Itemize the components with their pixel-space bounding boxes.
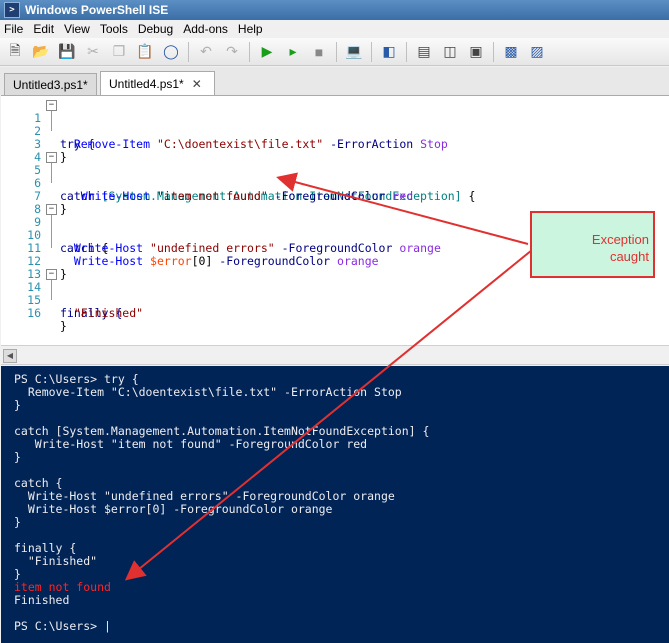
- code-line: 6 Write-Host "item not found" -Foregroun…: [1, 164, 413, 203]
- console-line: Finished: [14, 593, 70, 607]
- code-line: 14 − finally {: [1, 268, 122, 320]
- run-selection-icon[interactable]: ▸: [282, 41, 304, 63]
- console-line: }: [14, 450, 21, 464]
- remote-icon[interactable]: 💻: [343, 41, 365, 63]
- code-line: 8: [1, 190, 41, 216]
- cut-icon[interactable]: ✂: [82, 41, 104, 63]
- open-icon[interactable]: 📂: [30, 41, 52, 63]
- code-line: 3 }: [1, 125, 67, 164]
- code-line: 11 Write-Host $error[0] -ForegroundColor…: [1, 229, 378, 268]
- collapse-icon[interactable]: −: [46, 204, 57, 215]
- code-line: 2 Remove-Item "C:\doentexist\file.txt" -…: [1, 112, 448, 151]
- fold-guide: [51, 215, 52, 248]
- code-text: "Finished": [60, 306, 144, 320]
- powershell-app-icon: >: [4, 2, 20, 18]
- collapse-icon[interactable]: −: [46, 100, 57, 111]
- code-line: 1 − try {: [1, 99, 95, 151]
- scroll-left-icon[interactable]: ◀: [3, 349, 17, 363]
- code-text: }: [60, 267, 67, 281]
- code-line: 12 }: [1, 242, 67, 281]
- console-line: }: [14, 398, 21, 412]
- menu-view[interactable]: View: [60, 22, 96, 36]
- tab-untitled3[interactable]: Untitled3.ps1*: [4, 73, 97, 95]
- code-text: Write-Host $error[0] -ForegroundColor or…: [73, 254, 379, 268]
- toolbar-separator: [493, 41, 494, 62]
- undo-icon[interactable]: ↶: [195, 41, 217, 63]
- run-icon[interactable]: ▶: [256, 41, 278, 63]
- close-icon[interactable]: ✕: [192, 77, 202, 91]
- code-line: 15 "Finished": [1, 281, 143, 320]
- menu-bar: File Edit View Tools Debug Add-ons Help: [0, 20, 669, 38]
- toolbar-separator: [371, 41, 372, 62]
- code-line: 9 − catch {: [1, 203, 108, 255]
- fold-guide: [51, 111, 52, 131]
- new-icon[interactable]: 🗎: [4, 41, 26, 63]
- copy-icon[interactable]: ❐: [108, 41, 130, 63]
- console-line: Remove-Item "C:\doentexist\file.txt" -Er…: [14, 385, 402, 399]
- fold-guide: [51, 163, 52, 183]
- code-line: 10 Write-Host "undefined errors" -Foregr…: [1, 216, 441, 255]
- toolbar-separator: [249, 41, 250, 62]
- code-line: 5 − catch [System.Management.Automation.…: [1, 151, 475, 203]
- code-text: }: [60, 319, 67, 333]
- console-line: Write-Host $error[0] -ForegroundColor or…: [14, 502, 333, 516]
- callout-text-line: Exception: [591, 232, 649, 247]
- powershell-icon[interactable]: ◧: [378, 41, 400, 63]
- save-icon[interactable]: 💾: [56, 41, 78, 63]
- paste-icon[interactable]: 📋: [134, 41, 156, 63]
- layout-max-icon[interactable]: ▣: [465, 41, 487, 63]
- title-bar: > Windows PowerShell ISE: [0, 0, 669, 20]
- redo-icon[interactable]: ↷: [221, 41, 243, 63]
- code-text: }: [60, 150, 67, 164]
- code-line: 16 }: [1, 294, 67, 333]
- console-line: "Finished": [14, 554, 98, 568]
- clear-icon[interactable]: ◯: [160, 41, 182, 63]
- toolbar: 🗎 📂 💾 ✂ ❐ 📋 ◯ ↶ ↷ ▶ ▸ ■ 💻 ◧ ▤ ◫ ▣ ▩ ▨: [0, 38, 669, 66]
- annotation-callout: Exception caught: [530, 211, 655, 278]
- fold-guide: [51, 280, 52, 300]
- line-number: 16: [27, 306, 41, 320]
- console-prompt[interactable]: PS C:\Users> |: [14, 620, 111, 633]
- callout-text-line: caught: [609, 249, 649, 264]
- layout-top-icon[interactable]: ▤: [413, 41, 435, 63]
- collapse-icon[interactable]: −: [46, 269, 57, 280]
- console-line: }: [14, 515, 21, 529]
- window-title: Windows PowerShell ISE: [25, 3, 169, 17]
- console-line: Write-Host "item not found" -ForegroundC…: [14, 437, 368, 451]
- menu-file[interactable]: File: [0, 22, 29, 36]
- tab-label: Untitled4.ps1*: [109, 77, 184, 91]
- console-pane[interactable]: PS C:\Users> try { Remove-Item "C:\doent…: [1, 366, 669, 643]
- layout-right-icon[interactable]: ◫: [439, 41, 461, 63]
- code-text: Write-Host "item not found" -ForegroundC…: [80, 189, 414, 203]
- code-text: }: [60, 202, 67, 216]
- menu-help[interactable]: Help: [234, 22, 269, 36]
- tab-strip: Untitled3.ps1* Untitled4.ps1* ✕: [0, 67, 669, 95]
- show-commands-icon[interactable]: ▨: [526, 41, 548, 63]
- menu-debug[interactable]: Debug: [134, 22, 179, 36]
- code-line: 4: [1, 138, 41, 164]
- toolbar-separator: [336, 41, 337, 62]
- code-line: 13: [1, 255, 41, 281]
- tab-label: Untitled3.ps1*: [13, 78, 88, 92]
- horizontal-scrollbar[interactable]: ◀: [1, 345, 669, 365]
- collapse-icon[interactable]: −: [46, 152, 57, 163]
- code-line: 7 }: [1, 177, 67, 216]
- tab-untitled4[interactable]: Untitled4.ps1* ✕: [100, 71, 215, 95]
- show-script-icon[interactable]: ▩: [500, 41, 522, 63]
- toolbar-separator: [188, 41, 189, 62]
- code-text: Remove-Item "C:\doentexist\file.txt" -Er…: [73, 137, 448, 151]
- menu-addons[interactable]: Add-ons: [179, 22, 234, 36]
- stop-icon[interactable]: ■: [308, 41, 330, 63]
- toolbar-separator: [406, 41, 407, 62]
- menu-tools[interactable]: Tools: [96, 22, 134, 36]
- menu-edit[interactable]: Edit: [29, 22, 60, 36]
